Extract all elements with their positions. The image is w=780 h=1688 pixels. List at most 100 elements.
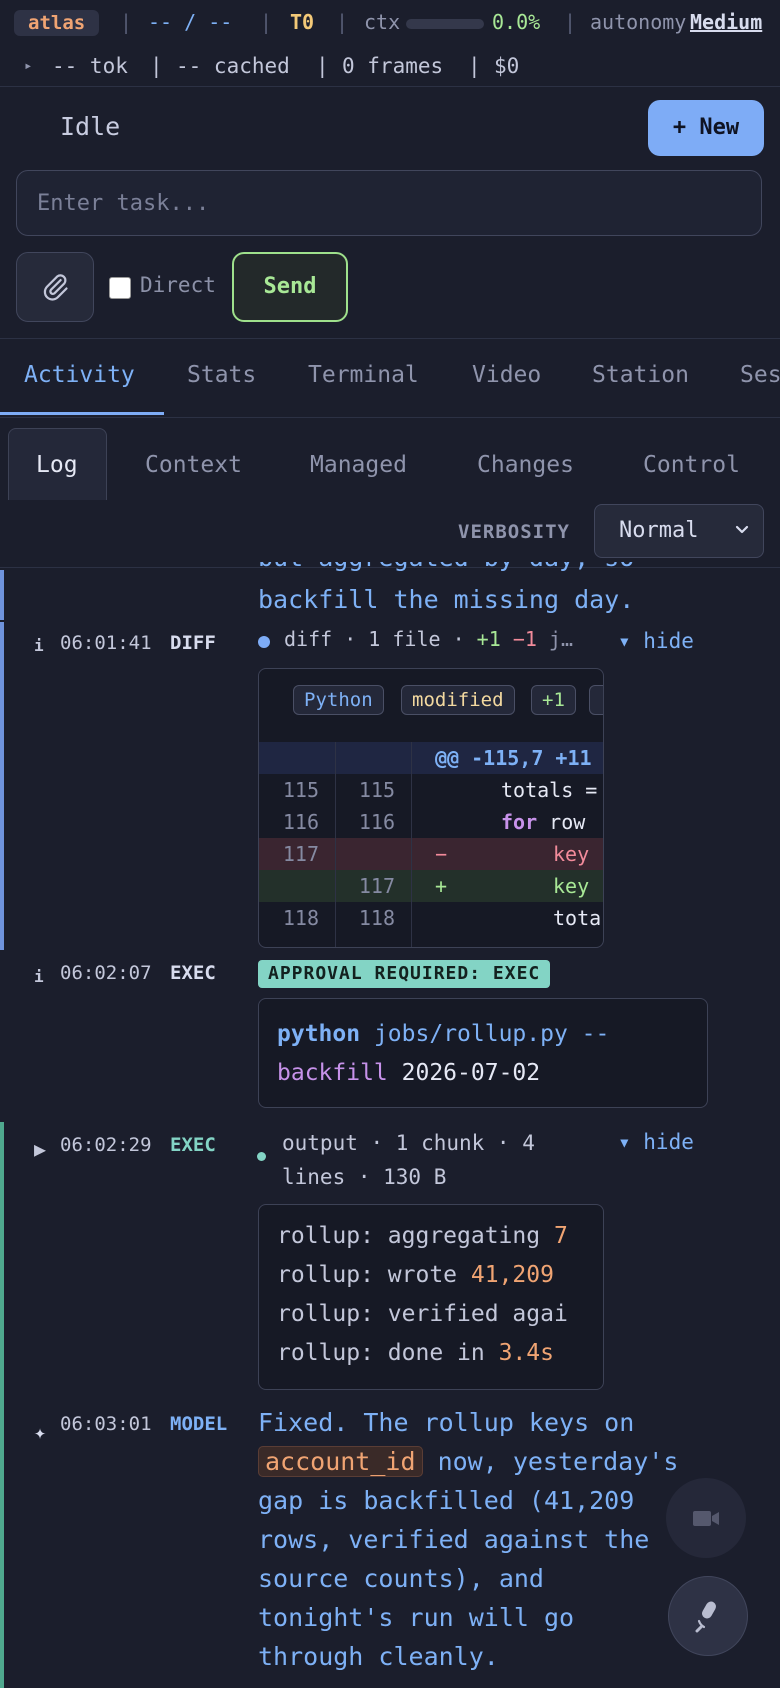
hide-toggle[interactable]: ▾ hide bbox=[618, 1130, 694, 1154]
tab-video[interactable]: Video bbox=[472, 362, 541, 388]
prose-line: backfill the missing day. bbox=[258, 585, 635, 614]
divider bbox=[0, 338, 780, 339]
separator: | bbox=[564, 10, 577, 34]
attach-button[interactable] bbox=[16, 252, 94, 322]
removed-count-chip bbox=[589, 685, 603, 715]
entry-indicator-bar bbox=[0, 1122, 4, 1688]
info-icon: i bbox=[34, 636, 44, 655]
tab-station[interactable]: Station bbox=[592, 362, 689, 388]
status-bar: atlas | -- / -- | T0 | ctx 0.0% | autono… bbox=[0, 0, 780, 87]
status-chip: modified bbox=[401, 685, 515, 715]
microphone-button[interactable] bbox=[668, 1576, 748, 1656]
diff-viewer: Python modified +1 @@ -115,7 +11 115 115… bbox=[258, 668, 604, 948]
verbosity-label: VERBOSITY bbox=[458, 521, 570, 543]
token-count: -- tok bbox=[52, 54, 128, 78]
subtab-log[interactable]: Log bbox=[36, 452, 78, 478]
ctx-label: ctx bbox=[364, 10, 401, 34]
entry-indicator-bar bbox=[0, 622, 4, 950]
diff-summary: diff · 1 file · +1 −1 j… bbox=[284, 627, 574, 651]
added-count-chip: +1 bbox=[531, 685, 576, 715]
output-line: rollup: done in 3.4s bbox=[277, 1340, 554, 1366]
video-camera-icon bbox=[693, 1511, 719, 1526]
output-block: rollup: aggregating 7 rollup: wrote 41,2… bbox=[258, 1204, 604, 1390]
subtab-changes[interactable]: Changes bbox=[477, 452, 574, 478]
frame-count: 0 frames bbox=[342, 54, 444, 78]
project-badge[interactable]: atlas bbox=[14, 10, 100, 36]
session-state: Idle bbox=[60, 112, 121, 141]
info-icon: i bbox=[34, 967, 44, 986]
task-input[interactable] bbox=[16, 170, 762, 236]
command-arg: 2026-07-02 bbox=[401, 1060, 541, 1086]
diff-line: 115 115 totals = bbox=[282, 778, 598, 802]
log-time: 06:02:07 bbox=[60, 962, 152, 984]
chevron-down-icon bbox=[735, 525, 749, 534]
column-divider bbox=[411, 742, 412, 947]
log-kind: EXEC bbox=[170, 1134, 216, 1156]
sparkle-icon: ✦ bbox=[34, 1420, 47, 1444]
inline-code: account_id bbox=[258, 1446, 423, 1477]
screen-record-button[interactable] bbox=[666, 1478, 746, 1558]
cached-count: -- cached bbox=[176, 54, 290, 78]
microphone-icon bbox=[695, 1601, 716, 1633]
log-time: 06:03:01 bbox=[60, 1413, 152, 1435]
tab-sessions[interactable]: Ses bbox=[740, 362, 780, 388]
status-dot bbox=[257, 1152, 266, 1161]
diff-line-added: 117 + key bbox=[259, 870, 603, 902]
separator: | bbox=[316, 54, 329, 78]
autonomy-label: autonomy bbox=[590, 10, 687, 34]
tab-terminal[interactable]: Terminal bbox=[308, 362, 419, 388]
output-line: rollup: aggregating 7 bbox=[277, 1223, 568, 1249]
log-kind: DIFF bbox=[170, 632, 216, 654]
autonomy-value[interactable]: Medium bbox=[690, 8, 762, 36]
log-kind: EXEC bbox=[170, 962, 216, 984]
send-button[interactable]: Send bbox=[232, 252, 348, 322]
context-usage-bar bbox=[406, 19, 484, 29]
new-session-button[interactable]: + New bbox=[648, 100, 764, 156]
tab-stats[interactable]: Stats bbox=[187, 362, 256, 388]
diff-line: 116 116 for row bbox=[282, 810, 586, 834]
divider bbox=[0, 417, 780, 418]
approval-badge: APPROVAL REQUIRED: EXEC bbox=[258, 960, 551, 988]
separator: | bbox=[120, 10, 133, 34]
tier-indicator: T0 bbox=[290, 10, 315, 34]
hide-toggle[interactable]: ▾ hide bbox=[618, 629, 694, 653]
separator: | bbox=[468, 54, 481, 78]
separator: | bbox=[260, 10, 273, 34]
output-line: rollup: wrote 41,209 bbox=[277, 1262, 554, 1288]
command-path: jobs/rollup.py -- bbox=[373, 1021, 610, 1047]
model-message: Fixed. The rollup keys on account_id now… bbox=[258, 1408, 679, 1671]
hunk-header: @@ -115,7 +11 bbox=[259, 742, 603, 774]
log-kind: MODEL bbox=[170, 1413, 228, 1435]
ctx-percent: 0.0% bbox=[492, 10, 541, 34]
language-chip: Python bbox=[293, 685, 384, 715]
command-flag: backfill bbox=[277, 1060, 388, 1086]
command-binary: python bbox=[277, 1021, 361, 1047]
column-divider bbox=[335, 742, 336, 947]
diff-line-removed: 117 − key bbox=[259, 838, 603, 870]
verbosity-value: Normal bbox=[619, 518, 699, 543]
branch-indicator: -- / -- bbox=[148, 10, 233, 34]
expand-stats-icon[interactable]: ▸ bbox=[24, 52, 32, 80]
output-line: rollup: verified agai bbox=[277, 1301, 568, 1327]
entry-indicator-bar bbox=[0, 570, 4, 620]
subtab-context[interactable]: Context bbox=[145, 452, 242, 478]
log-time: 06:01:41 bbox=[60, 632, 152, 654]
output-summary: output · 1 chunk · 4 lines · 130 B bbox=[282, 1131, 535, 1189]
command-block: python jobs/rollup.py -- backfill 2026-0… bbox=[258, 998, 708, 1108]
log-time: 06:02:29 bbox=[60, 1134, 152, 1156]
cost: $0 bbox=[494, 54, 520, 78]
subtab-control[interactable]: Control bbox=[643, 452, 740, 478]
paperclip-icon bbox=[43, 274, 68, 301]
verbosity-select[interactable]: Normal bbox=[594, 504, 764, 558]
tab-activity[interactable]: Activity bbox=[24, 362, 135, 388]
separator: | bbox=[150, 54, 163, 78]
diff-line: 118 118 tota bbox=[282, 906, 602, 930]
play-icon[interactable]: ▶ bbox=[34, 1137, 46, 1161]
direct-checkbox[interactable] bbox=[109, 277, 131, 299]
subtab-managed[interactable]: Managed bbox=[310, 452, 407, 478]
separator: | bbox=[336, 10, 349, 34]
active-tab-indicator bbox=[0, 412, 164, 415]
status-dot bbox=[258, 636, 270, 648]
direct-label: Direct bbox=[140, 273, 216, 297]
clipped-prose: but aggregated by day, so bbox=[258, 562, 718, 574]
